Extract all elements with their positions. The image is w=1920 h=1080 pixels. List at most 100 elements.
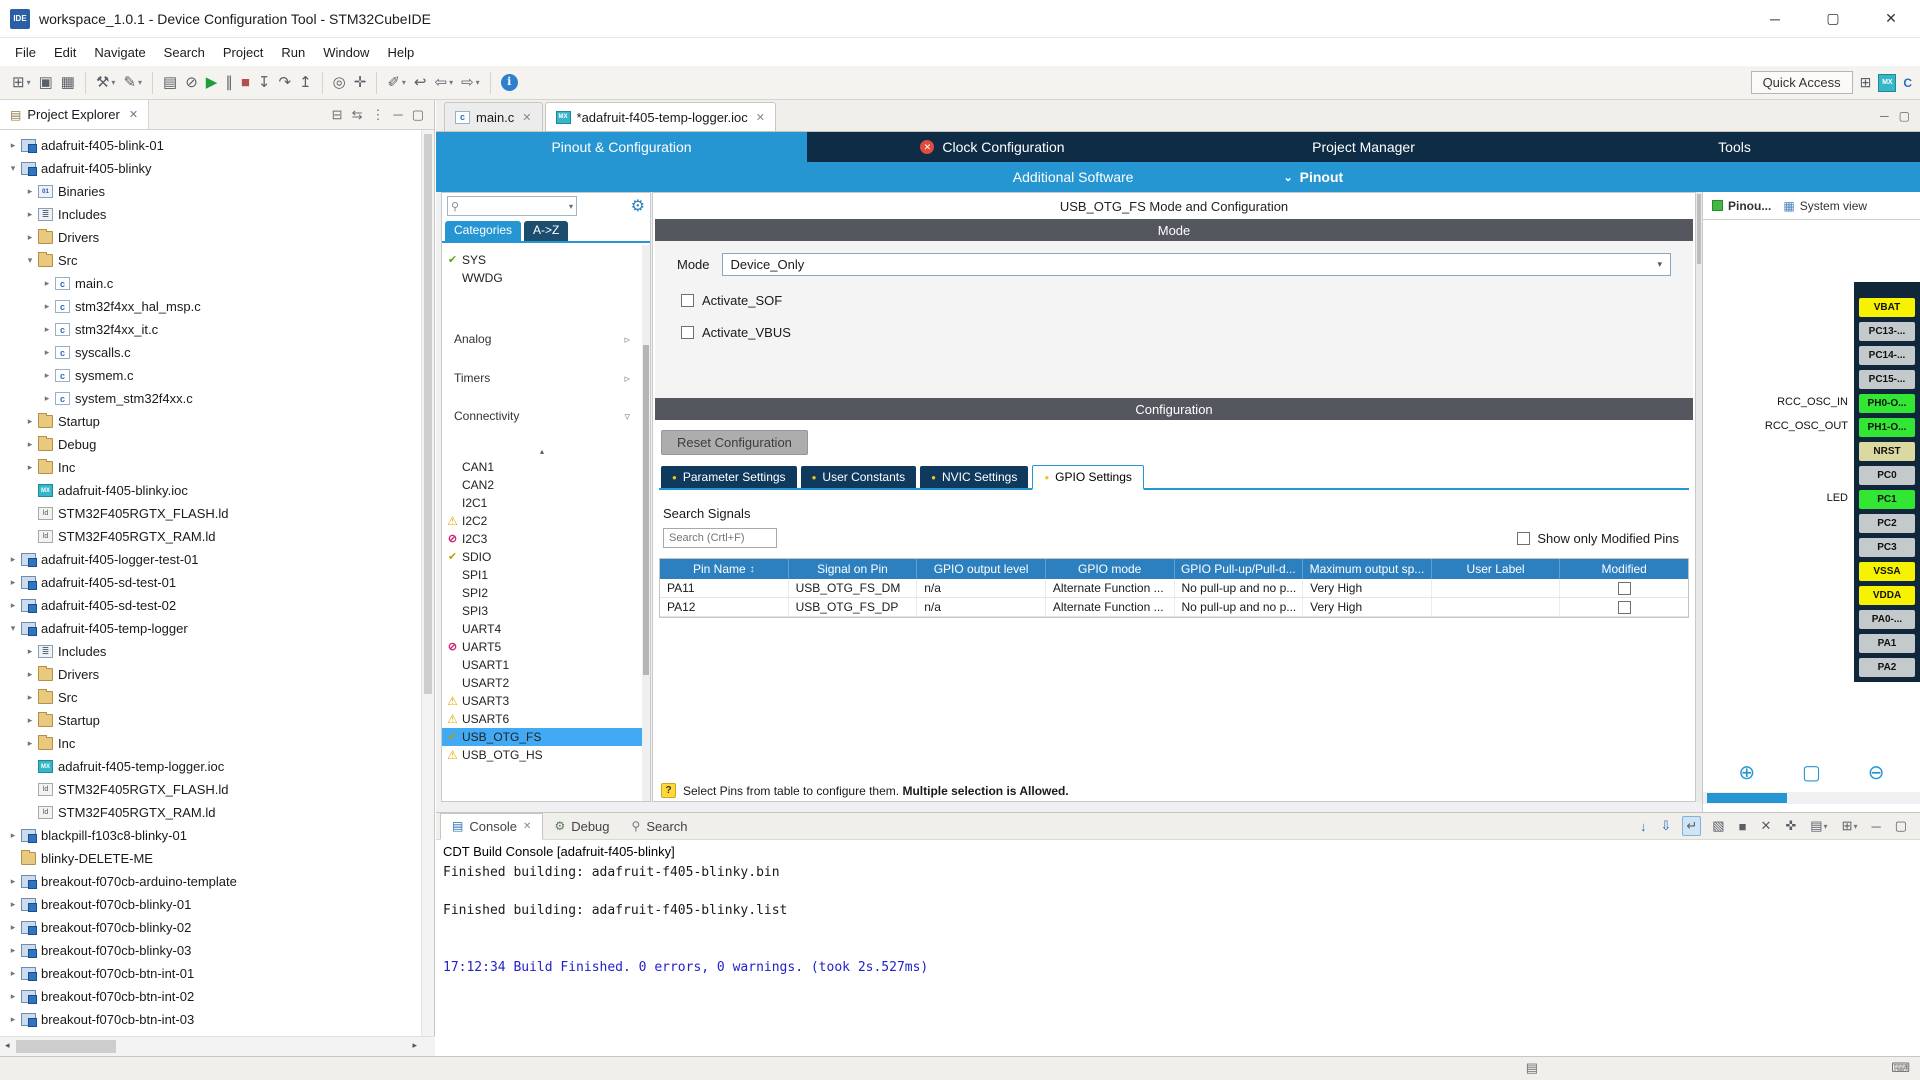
column-header-gpio-output-level[interactable]: GPIO output level [917,559,1046,579]
tree-item-debug[interactable]: ▸ Debug [0,433,421,456]
peripheral-can2[interactable]: CAN2 [442,476,642,494]
peripheral-usart2[interactable]: USART2 [442,674,642,692]
maximize-view-icon[interactable]: ▢ [412,107,424,123]
tree-expand-icon[interactable]: ▸ [6,140,20,151]
tree-expand-icon[interactable]: ▸ [23,209,37,220]
show-modified-checkbox[interactable] [1517,531,1531,545]
tree-expand-icon[interactable]: ▸ [6,899,20,910]
peripheral-section-connectivity[interactable]: Connectivity ▿ [442,404,642,428]
dropdown-caret-icon[interactable]: ▾ [138,78,142,87]
modified-checkbox[interactable] [1617,600,1631,614]
menu-item-run[interactable]: Run [272,41,314,64]
tree-item-adafruit-f405-sd-test-02[interactable]: ▸ adafruit-f405-sd-test-02 [0,594,421,617]
tree-expand-icon[interactable]: ▾ [6,163,20,174]
peripheral-tab-a-z[interactable]: A->Z [524,221,569,241]
peripheral-section-analog[interactable]: Analog ▹ [442,327,642,351]
tree-item-adafruit-f405-blink-01[interactable]: ▸ adafruit-f405-blink-01 [0,134,421,157]
tree-item-adafruit-f405-blinky[interactable]: ▾ adafruit-f405-blinky [0,157,421,180]
minimize-view-icon[interactable]: ─ [393,107,402,123]
tree-item-stm32f405rgtx-ram-ld[interactable]: ld STM32F405RGTX_RAM.ld [0,525,421,548]
minimize-editor-icon[interactable]: ─ [1880,109,1889,123]
tree-expand-icon[interactable]: ▸ [23,738,37,749]
scroll-lock-icon[interactable]: ⇩ [1657,817,1674,835]
toolbar-back-icon[interactable]: ⇦ ▾ [431,70,456,96]
tab-user-constants[interactable]: ● User Constants [800,466,917,488]
scrollbar-thumb[interactable] [424,134,432,694]
modified-checkbox[interactable] [1617,581,1631,595]
tree-item-breakout-f070cb-blinky-03[interactable]: ▸ breakout-f070cb-blinky-03 [0,939,421,962]
peripheral-scrollbar[interactable] [642,245,650,801]
toolbar-terminate-icon[interactable]: ■ [238,70,253,96]
tree-item-inc[interactable]: ▸ Inc [0,456,421,479]
pinout-horizontal-scrollbar[interactable] [1703,792,1920,804]
tree-expand-icon[interactable]: ▸ [23,669,37,680]
peripheral-tab-categories[interactable]: Categories [445,221,522,241]
menu-item-window[interactable]: Window [314,41,378,64]
peripheral-usb-otg-hs[interactable]: ⚠ USB_OTG_HS [442,746,642,764]
column-header-modified[interactable]: Modified [1560,559,1688,579]
tree-expand-icon[interactable]: ▸ [23,232,37,243]
view-menu-icon[interactable]: ⋮ [371,107,384,123]
reset-configuration-button[interactable]: Reset Configuration [661,430,808,455]
tree-expand-icon[interactable]: ▸ [6,968,20,979]
tree-item-blackpill-f103c8-blinky-01[interactable]: ▸ blackpill-f103c8-blinky-01 [0,824,421,847]
fit-view-icon[interactable]: ▢ [1802,760,1821,785]
tree-item-stm32f405rgtx-flash-ld[interactable]: ld STM32F405RGTX_FLASH.ld [0,502,421,525]
tab-gpio-settings[interactable]: ● GPIO Settings [1032,465,1144,490]
tree-item-startup[interactable]: ▸ Startup [0,709,421,732]
gear-icon[interactable]: ⚙ [631,196,645,216]
scroll-right-icon[interactable]: ▸ [412,1040,417,1051]
tree-item-stm32f405rgtx-flash-ld[interactable]: ld STM32F405RGTX_FLASH.ld [0,778,421,801]
close-button[interactable]: ✕ [1862,0,1920,37]
tree-expand-icon[interactable]: ▾ [6,623,20,634]
tree-expand-icon[interactable]: ▸ [23,462,37,473]
tree-item-adafruit-f405-sd-test-01[interactable]: ▸ adafruit-f405-sd-test-01 [0,571,421,594]
toolbar-skip-breakpoints-icon[interactable]: ⊘ [182,70,201,96]
dropdown-caret-icon[interactable]: ▾ [449,78,453,87]
peripheral-uart5[interactable]: ⊘ UART5 [442,638,642,656]
tree-item-main-c[interactable]: ▸ c main.c [0,272,421,295]
maximize-editor-icon[interactable]: ▢ [1899,109,1910,123]
tab-nvic-settings[interactable]: ● NVIC Settings [920,466,1029,488]
column-header-signal-on-pin[interactable]: Signal on Pin [789,559,918,579]
input-method-indicator-icon[interactable]: ⌨ [1891,1060,1910,1076]
scrollbar-thumb[interactable] [643,345,649,675]
pinout-menu-button[interactable]: ⌄ Pinout [1283,169,1343,185]
tree-item-system-stm32f4xx-c[interactable]: ▸ c system_stm32f4xx.c [0,387,421,410]
menu-item-file[interactable]: File [6,41,45,64]
tree-expand-icon[interactable]: ▸ [6,600,20,611]
device-configuration-perspective-icon[interactable]: MX [1878,73,1897,92]
zoom-out-icon[interactable]: ⊖ [1868,760,1885,785]
scrollbar-thumb[interactable] [1697,194,1701,264]
dropdown-caret-icon[interactable]: ▾ [27,78,31,87]
menu-item-project[interactable]: Project [214,41,272,64]
peripheral-spi1[interactable]: SPI1 [442,566,642,584]
tab-pinout-configuration[interactable]: Pinout & Configuration [436,132,807,162]
toolbar-annotations-icon[interactable]: ✐ ▾ [384,70,409,96]
peripheral-i2c2[interactable]: ⚠ I2C2 [442,512,642,530]
peripheral-usart3[interactable]: ⚠ USART3 [442,692,642,710]
peripheral-sys[interactable]: ✔ SYS [442,251,642,269]
cpp-perspective-icon[interactable]: C [1903,76,1912,90]
toolbar-forward-icon[interactable]: ⇨ ▾ [458,70,483,96]
table-row[interactable]: PA11 USB_OTG_FS_DM n/a Alternate Function .… [660,579,1688,598]
tree-item-adafruit-f405-temp-logger-ioc[interactable]: MX adafruit-f405-temp-logger.ioc [0,755,421,778]
open-perspective-icon[interactable]: ⊞ [1860,74,1872,91]
tree-item-adafruit-f405-logger-test-01[interactable]: ▸ adafruit-f405-logger-test-01 [0,548,421,571]
tree-expand-icon[interactable]: ▸ [40,324,54,335]
checkbox-activate-vbus[interactable] [681,326,694,339]
dropdown-caret-icon[interactable]: ▾ [1824,822,1828,831]
tree-item-breakout-f070cb-btn-int-03[interactable]: ▸ breakout-f070cb-btn-int-03 [0,1008,421,1031]
peripheral-uart4[interactable]: UART4 [442,620,642,638]
tree-expand-icon[interactable]: ▸ [6,991,20,1002]
tab-project-explorer[interactable]: ▤ Project Explorer ✕ [0,100,150,129]
tree-item-breakout-f070cb-btn-int-02[interactable]: ▸ breakout-f070cb-btn-int-02 [0,985,421,1008]
tree-item-sysmem-c[interactable]: ▸ c sysmem.c [0,364,421,387]
tree-item-breakout-f070cb-arduino-template[interactable]: ▸ breakout-f070cb-arduino-template [0,870,421,893]
mode-dropdown[interactable]: Device_Only ▾ [721,253,1671,276]
toolbar-code-style-icon[interactable]: ✎ ▾ [120,70,145,96]
toolbar-suspend-icon[interactable]: ∥ [222,70,236,96]
quick-access-button[interactable]: Quick Access [1750,71,1853,94]
link-with-editor-icon[interactable]: ⇆ [352,107,363,123]
display-selected-console-icon[interactable]: ▤ ▾ [1807,817,1830,835]
